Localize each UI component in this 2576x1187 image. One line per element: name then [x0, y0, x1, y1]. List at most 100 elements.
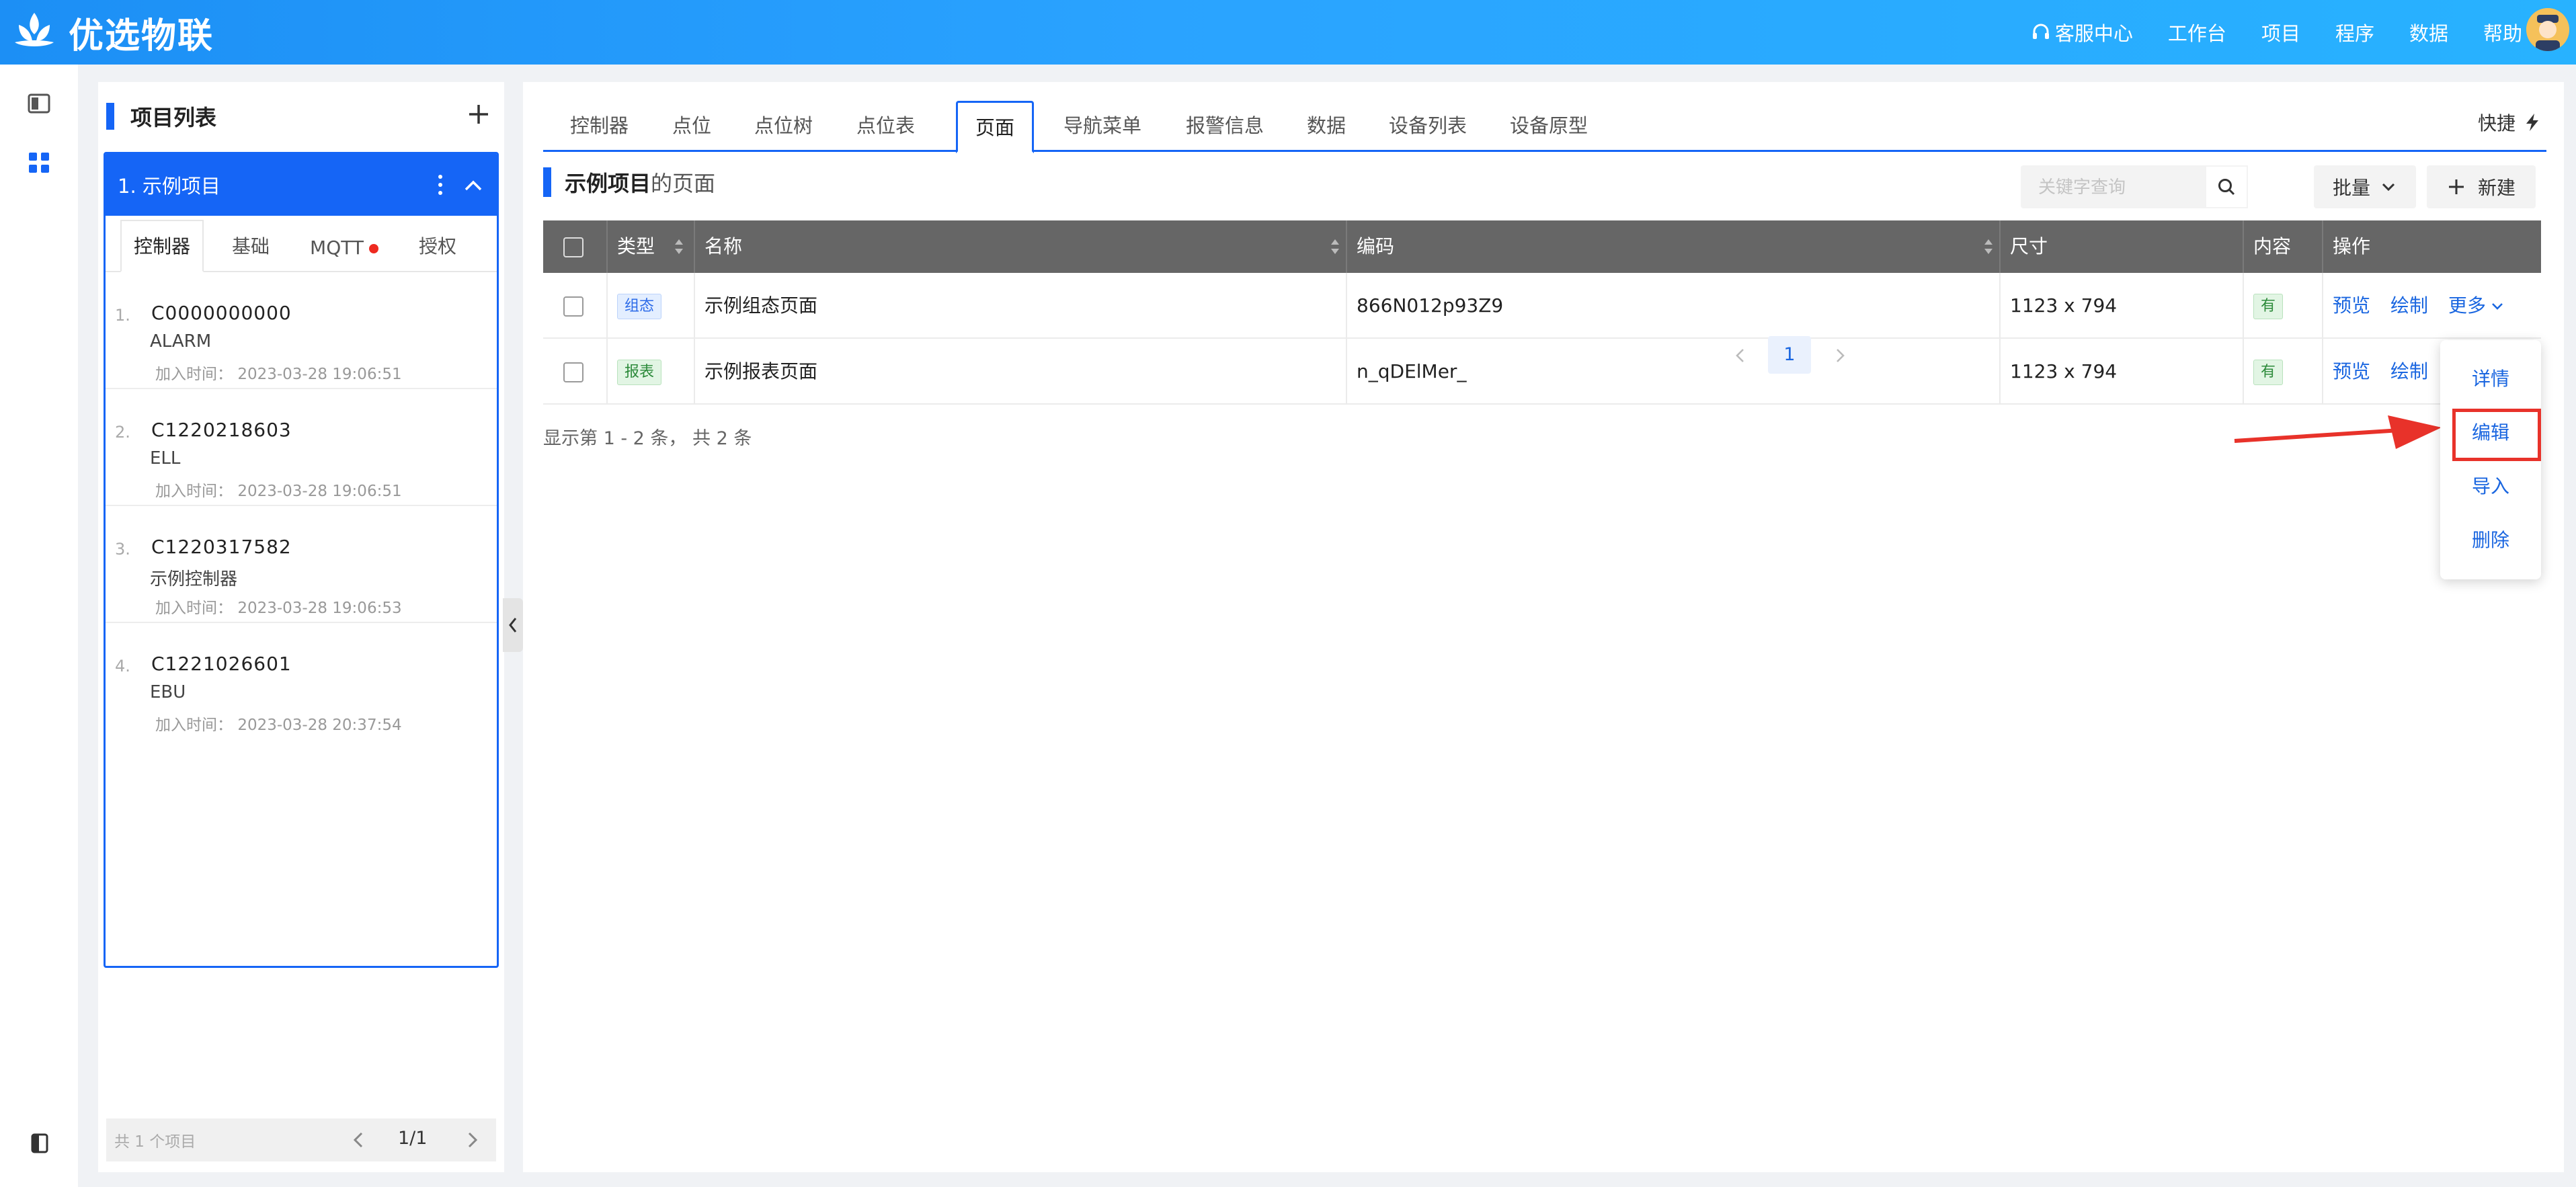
nav-data[interactable]: 数据 [2409, 18, 2448, 46]
tab-point[interactable]: 点位 [672, 110, 711, 138]
chevron-down-icon [2492, 303, 2503, 310]
chevron-left-icon[interactable] [348, 1129, 370, 1151]
draw-link[interactable]: 绘制 [2390, 294, 2428, 317]
controller-name: EBU [150, 682, 186, 702]
tab-alarm-info[interactable]: 报警信息 [1186, 110, 1264, 138]
tab-data[interactable]: 数据 [1307, 110, 1346, 138]
add-project-icon[interactable] [464, 99, 493, 129]
title-accent-bar [106, 103, 114, 130]
tab-controller[interactable]: 控制器 [570, 110, 629, 138]
grid-apps-icon[interactable] [27, 151, 51, 175]
join-time-value: 2023-03-28 19:06:51 [237, 366, 402, 383]
select-all-checkbox[interactable] [563, 237, 583, 257]
nav-customer-service[interactable]: 客服中心 [2031, 18, 2133, 46]
chevron-down-icon [2382, 183, 2395, 192]
size-cell: 1123 x 794 [2001, 339, 2244, 405]
controller-index: 4. [115, 657, 130, 676]
col-name-label: 名称 [705, 235, 743, 257]
search-button[interactable] [2205, 165, 2248, 208]
section-project-name: 示例项目 [565, 171, 651, 196]
sub-tab-auth[interactable]: 授权 [407, 232, 469, 271]
page-number-button[interactable]: 1 [1768, 336, 1811, 374]
controller-item[interactable]: 1. C0000000000 ALARM 加入时间： 2023-03-28 19… [106, 272, 497, 389]
tab-device-list[interactable]: 设备列表 [1389, 110, 1467, 138]
batch-label: 批量 [2332, 177, 2370, 199]
sidebar-toggle-icon[interactable] [31, 1133, 48, 1153]
content-cell: 有 [2244, 339, 2323, 405]
quick-label: 快捷 [2477, 112, 2515, 134]
quick-actions-button[interactable]: 快捷 [2478, 109, 2542, 136]
row-select-cell [543, 339, 608, 405]
new-page-button[interactable]: 新建 [2427, 165, 2536, 208]
nav-workbench[interactable]: 工作台 [2168, 18, 2226, 46]
row-checkbox[interactable] [563, 362, 583, 382]
nav-help[interactable]: 帮助 [2483, 18, 2522, 46]
join-time-value: 2023-03-28 20:37:54 [237, 717, 402, 734]
project-card: 1. 示例项目 控制器 基础 MQTT 授权 1. C0000000000 AL… [104, 152, 499, 968]
sub-tab-controller[interactable]: 控制器 [120, 220, 204, 272]
sub-tab-mqtt-label: MQTT [310, 237, 364, 259]
draw-link[interactable]: 绘制 [2390, 360, 2428, 382]
controller-index: 1. [115, 306, 130, 325]
nav-project[interactable]: 项目 [2261, 18, 2300, 46]
menu-item-import[interactable]: 导入 [2440, 460, 2541, 514]
controller-item[interactable]: 2. C1220218603 ELL 加入时间： 2023-03-28 19:0… [106, 389, 497, 506]
menu-item-delete[interactable]: 删除 [2440, 514, 2541, 567]
col-name[interactable]: 名称 [695, 220, 1347, 273]
code-cell: 866N012p93Z9 [1347, 273, 2001, 339]
join-time-label: 加入时间： [155, 483, 233, 500]
leaf-logo-icon [15, 13, 54, 46]
row-checkbox[interactable] [563, 296, 583, 317]
plus-icon [2448, 179, 2464, 194]
chevron-up-icon[interactable] [462, 174, 485, 197]
sub-tab-mqtt[interactable]: MQTT [298, 237, 391, 271]
panel-collapse-handle[interactable] [503, 598, 523, 652]
chevron-right-icon[interactable] [461, 1129, 483, 1151]
preview-link[interactable]: 预览 [2333, 294, 2370, 317]
chevron-left-icon [509, 618, 517, 632]
col-actions: 操作 [2333, 235, 2371, 257]
more-link[interactable]: 更多 [2448, 273, 2505, 339]
annotation-arrow [2234, 415, 2442, 449]
menu-item-details[interactable]: 详情 [2440, 352, 2541, 406]
join-time-label: 加入时间： [155, 717, 233, 734]
search-box [2021, 165, 2248, 208]
tab-point-table[interactable]: 点位表 [856, 110, 915, 138]
controller-item[interactable]: 4. C1221026601 EBU 加入时间： 2023-03-28 20:3… [106, 623, 497, 740]
preview-link[interactable]: 预览 [2333, 360, 2370, 382]
user-avatar[interactable] [2526, 8, 2569, 51]
sort-icon [1984, 239, 1993, 254]
sub-tab-basic[interactable]: 基础 [220, 232, 282, 271]
size-cell: 1123 x 794 [2001, 273, 2244, 339]
tab-point-tree[interactable]: 点位树 [754, 110, 813, 138]
search-input[interactable] [2021, 165, 2202, 208]
headset-icon [2032, 24, 2049, 39]
table-row[interactable]: 报表 示例报表页面 n_qDElMer_ 1123 x 794 有 预览 绘制 [543, 339, 2541, 405]
page-prev-icon[interactable] [1730, 345, 1750, 366]
tab-nav-menu[interactable]: 导航菜单 [1063, 110, 1141, 138]
search-icon [2218, 179, 2235, 196]
sort-icon [1331, 239, 1339, 254]
top-nav: 客服中心 工作台 项目 程序 数据 帮助 [1996, 0, 2522, 65]
more-vertical-icon[interactable] [436, 173, 444, 197]
nav-program[interactable]: 程序 [2335, 18, 2374, 46]
tab-device-prototype[interactable]: 设备原型 [1510, 110, 1588, 138]
book-icon[interactable] [27, 91, 51, 116]
controller-item[interactable]: 3. C1220317582 示例控制器 加入时间： 2023-03-28 19… [106, 506, 497, 623]
edit-highlight-box [2452, 409, 2541, 461]
left-icon-rail [0, 65, 78, 1187]
nav-service-label: 客服中心 [2054, 22, 2133, 45]
tab-pages[interactable]: 页面 [956, 101, 1035, 153]
page-next-icon[interactable] [1830, 345, 1850, 366]
table-header: 类型 名称 编码 尺寸 内容 操作 [543, 220, 2541, 273]
main-panel: 控制器 点位 点位树 点位表 页面 导航菜单 报警信息 数据 设备列表 设备原型… [523, 82, 2564, 1172]
project-name: 1. 示例项目 [118, 175, 220, 198]
col-type[interactable]: 类型 [608, 220, 695, 273]
table-row[interactable]: 组态 示例组态页面 866N012p93Z9 1123 x 794 有 预览 绘制… [543, 273, 2541, 339]
project-card-header[interactable]: 1. 示例项目 [106, 154, 497, 216]
controller-code: C0000000000 [151, 302, 292, 324]
col-type-label: 类型 [617, 235, 655, 257]
batch-button[interactable]: 批量 [2314, 165, 2416, 208]
col-code[interactable]: 编码 [1347, 220, 2001, 273]
brand-logo[interactable]: 优选物联 [12, 8, 214, 56]
